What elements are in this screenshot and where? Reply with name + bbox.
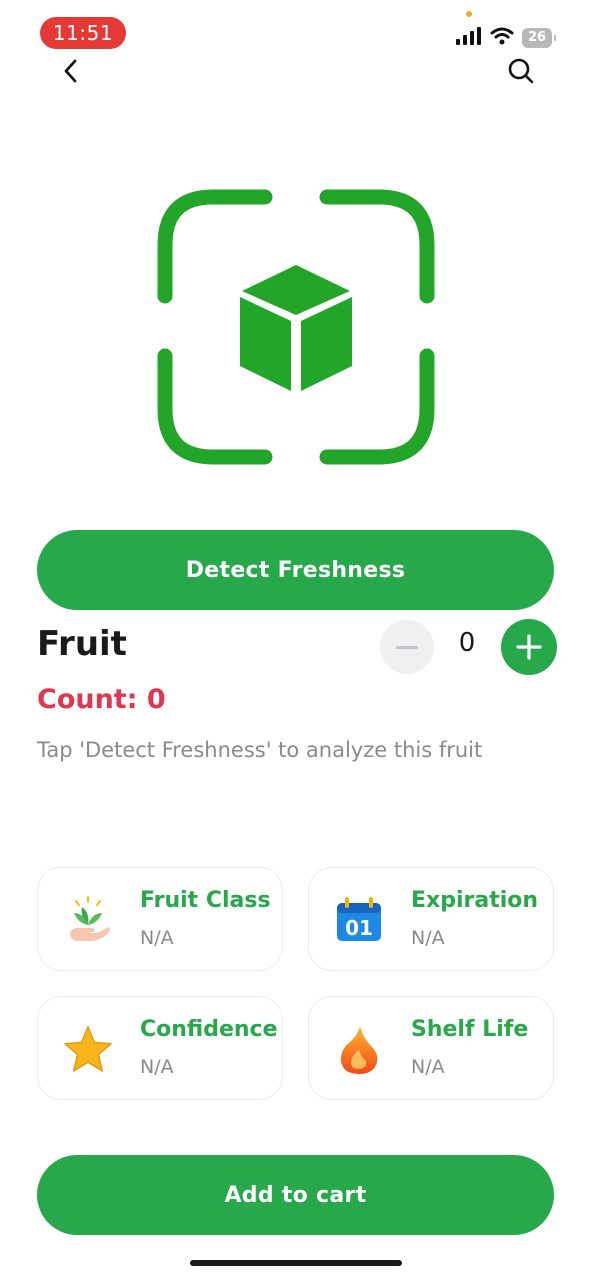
expiration-label: Expiration	[411, 888, 539, 913]
wifi-icon	[490, 27, 514, 49]
chevron-left-icon	[64, 59, 77, 83]
confidence-value: N/A	[140, 1056, 174, 1078]
fruit-class-value: N/A	[140, 927, 174, 949]
scan-cube-illustration	[150, 180, 442, 472]
quantity-value: 0	[458, 628, 476, 658]
back-button[interactable]	[56, 56, 86, 86]
decrease-quantity-button[interactable]	[380, 620, 434, 674]
fruit-class-card: Fruit Class N/A	[37, 867, 283, 971]
star-icon	[62, 1024, 114, 1076]
shelf-life-value: N/A	[411, 1056, 445, 1078]
product-title: Fruit	[37, 624, 127, 664]
calendar-day-text: 01	[345, 916, 373, 940]
detect-freshness-button[interactable]: Detect Freshness	[37, 530, 554, 610]
status-time: 11:51	[40, 17, 126, 49]
scan-cube-icon	[157, 189, 435, 465]
fruit-class-label: Fruit Class	[140, 888, 271, 913]
add-to-cart-button[interactable]: Add to cart	[37, 1155, 554, 1235]
flame-icon	[333, 1024, 385, 1076]
status-icons: 26	[456, 26, 556, 50]
count-label: Count: 0	[37, 684, 166, 715]
hint-text: Tap 'Detect Freshness' to analyze this f…	[37, 738, 483, 762]
shelf-life-card: Shelf Life N/A	[308, 996, 554, 1100]
shelf-life-label: Shelf Life	[411, 1017, 529, 1042]
signal-icon	[456, 27, 482, 49]
expiration-card: 01 Expiration N/A	[308, 867, 554, 971]
expiration-value: N/A	[411, 927, 445, 949]
confidence-label: Confidence	[140, 1017, 278, 1042]
battery-icon: 26	[522, 28, 556, 48]
plus-icon	[516, 634, 542, 660]
minus-icon	[396, 645, 418, 649]
privacy-indicator-dot	[466, 11, 472, 17]
search-icon	[508, 58, 534, 84]
home-indicator[interactable]	[190, 1260, 402, 1266]
calendar-icon: 01	[333, 895, 385, 947]
increase-quantity-button[interactable]	[501, 619, 557, 675]
confidence-card: Confidence N/A	[37, 996, 283, 1100]
plant-hand-icon	[62, 895, 114, 947]
search-button[interactable]	[506, 56, 536, 86]
